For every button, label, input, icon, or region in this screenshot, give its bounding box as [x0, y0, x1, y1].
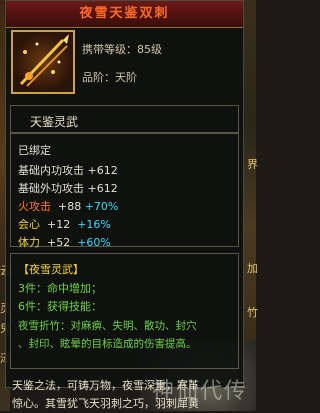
item-title: 夜雪天鉴双刺	[6, 1, 243, 28]
stats-panel: 已绑定 基础内功攻击 +612 基础外功攻击 +612 火攻击 +88 +70%…	[10, 133, 239, 249]
twin-dagger-item-icon	[11, 30, 75, 94]
set-name: 【夜雪灵武】	[18, 263, 84, 276]
stat-row: 会心 +12 +16%	[18, 218, 111, 231]
stat-row: 基础内功攻击 +612	[18, 164, 118, 177]
edge-text: 加	[247, 262, 258, 275]
stat-row: 火攻击 +88 +70%	[18, 200, 119, 213]
set-bonus-row: 6件：获得技能：	[18, 300, 102, 313]
item-grade: 品阶：天阶	[82, 71, 137, 84]
item-subtitle: 天鉴灵武	[30, 115, 79, 129]
set-bonus-row: 3件：命中增加；	[18, 282, 102, 295]
watermark-logo: 神仙代传	[151, 379, 248, 404]
set-panel: 【夜雪灵武】 3件：命中增加； 6件：获得技能： 夜雪折竹：对麻痹、失明、散功、…	[10, 253, 239, 369]
set-skill-line: 夜雪折竹：对麻痹、失明、散功、封穴	[18, 320, 197, 332]
set-skill-line: 、封印、眩晕的目标造成的伤害提高。	[18, 338, 197, 350]
carry-level: 携带等级：85级	[82, 43, 162, 56]
edge-text: 竹	[247, 306, 258, 319]
stat-row: 体力 +52 +60%	[18, 236, 111, 249]
bound-status: 已绑定	[18, 144, 51, 157]
edge-text: 界	[247, 158, 258, 171]
dagger-icon	[19, 34, 69, 87]
stat-row: 基础外功攻击 +612	[18, 182, 118, 195]
item-tooltip: 夜雪天鉴双刺 携带等级：85级 品阶：天阶 天鉴灵武 已绑定 基础内功攻击 +6…	[5, 0, 244, 388]
